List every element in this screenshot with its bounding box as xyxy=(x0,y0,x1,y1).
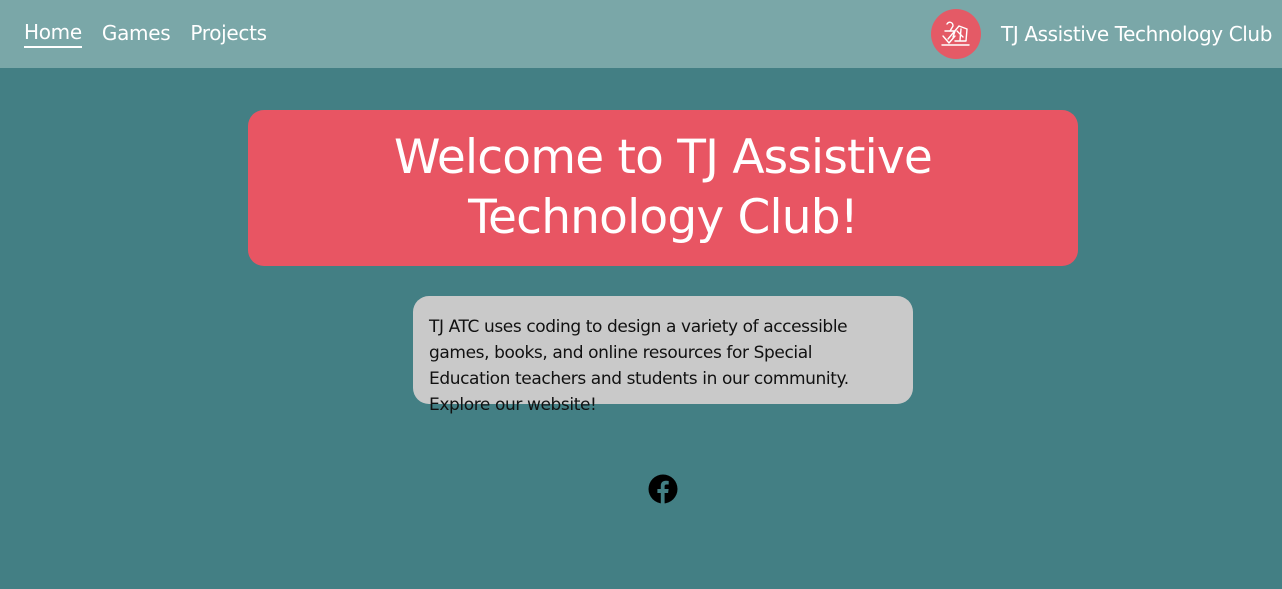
brand[interactable]: TJ Assistive Technology Club xyxy=(931,0,1272,68)
hero-title: Welcome to TJ Assistive Technology Club! xyxy=(393,130,933,245)
top-navbar: Home Games Projects TJ Assistive Technol… xyxy=(0,0,1282,68)
wheelchair-logo-icon xyxy=(931,9,982,59)
brand-name: TJ Assistive Technology Club xyxy=(1001,22,1272,46)
nav-link-home[interactable]: Home xyxy=(24,20,82,48)
nav-link-games[interactable]: Games xyxy=(102,21,171,47)
info-card: TJ ATC uses coding to design a variety o… xyxy=(413,296,913,415)
nav-link-projects[interactable]: Projects xyxy=(190,21,267,47)
facebook-icon[interactable] xyxy=(648,474,678,504)
nav-links: Home Games Projects xyxy=(24,0,287,68)
info-text: TJ ATC uses coding to design a variety o… xyxy=(429,317,849,415)
hero-banner: Welcome to TJ Assistive Technology Club! xyxy=(248,110,1078,266)
